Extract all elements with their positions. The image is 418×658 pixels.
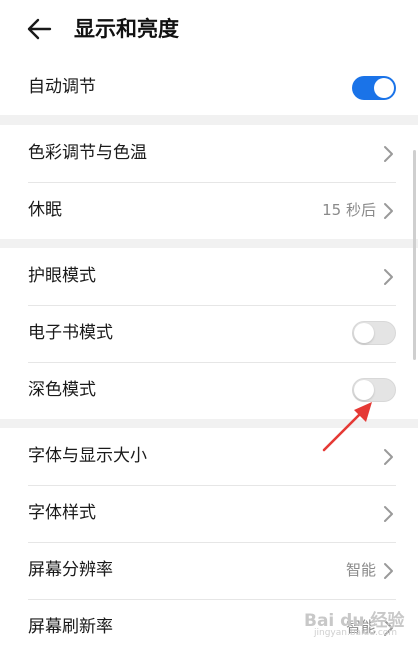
- screen-resolution-row[interactable]: 屏幕分辨率 智能: [0, 542, 418, 599]
- font-style-row[interactable]: 字体样式: [0, 485, 418, 542]
- row-label: 屏幕刷新率: [28, 617, 113, 637]
- auto-adjust-card: 自动调节: [0, 60, 418, 115]
- toggle-knob: [354, 380, 374, 400]
- settings-group-1: 色彩调节与色温 休眠 15 秒后: [0, 125, 418, 239]
- row-label: 护眼模式: [28, 266, 96, 286]
- arrow-left-icon: [27, 18, 52, 40]
- toggle-knob: [374, 78, 394, 98]
- row-label: 电子书模式: [28, 323, 113, 343]
- row-label: 休眠: [28, 200, 62, 220]
- auto-adjust-toggle[interactable]: [352, 76, 396, 100]
- ebook-mode-row[interactable]: 电子书模式: [0, 305, 418, 362]
- ebook-mode-toggle[interactable]: [352, 321, 396, 345]
- sleep-row[interactable]: 休眠 15 秒后: [0, 182, 418, 239]
- chevron-right-icon: [384, 563, 393, 579]
- row-label: 字体样式: [28, 503, 96, 523]
- scrollbar[interactable]: [413, 150, 416, 360]
- back-button[interactable]: [22, 12, 56, 46]
- chevron-right-icon: [384, 146, 393, 162]
- row-label: 色彩调节与色温: [28, 143, 147, 163]
- screen-resolution-value: 智能: [345, 561, 376, 579]
- chevron-right-icon: [384, 203, 393, 219]
- app-header: 显示和亮度: [0, 0, 418, 60]
- chevron-right-icon: [384, 449, 393, 465]
- chevron-right-icon: [384, 506, 393, 522]
- watermark-subtext: jingyan.baidu.com: [314, 628, 398, 638]
- sleep-value: 15 秒后: [322, 201, 376, 219]
- row-label: 深色模式: [28, 380, 96, 400]
- row-label: 屏幕分辨率: [28, 560, 113, 580]
- watermark: Bai du 经验 jingyan.baidu.com: [300, 596, 416, 644]
- chevron-right-icon: [384, 269, 393, 285]
- dark-mode-toggle[interactable]: [352, 378, 396, 402]
- page-title: 显示和亮度: [74, 17, 179, 41]
- settings-group-2: 护眼模式 电子书模式 深色模式: [0, 248, 418, 419]
- annotation-arrow-icon: [322, 402, 372, 452]
- color-temperature-row[interactable]: 色彩调节与色温: [0, 125, 418, 182]
- eye-comfort-row[interactable]: 护眼模式: [0, 248, 418, 305]
- auto-adjust-label: 自动调节: [28, 77, 96, 97]
- auto-adjust-row[interactable]: 自动调节: [0, 60, 418, 115]
- row-label: 字体与显示大小: [28, 446, 147, 466]
- toggle-knob: [354, 323, 374, 343]
